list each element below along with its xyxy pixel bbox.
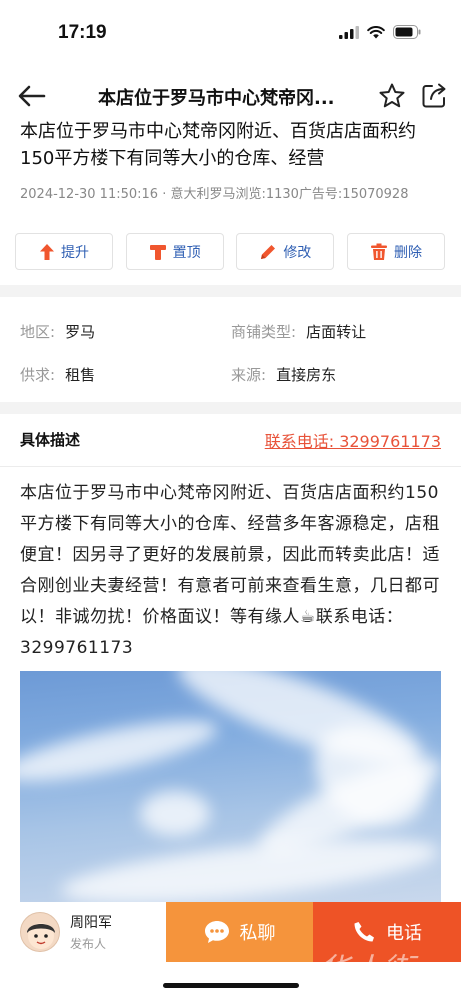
publisher-name: 周阳军 (70, 915, 112, 931)
region-value: 罗马 (65, 323, 96, 341)
watermark-subtext: HUARENJIE (344, 985, 405, 995)
shop-type-key: 商铺类型: (231, 323, 297, 341)
chat-label: 私聊 (239, 923, 276, 944)
region-key: 地区: (20, 323, 56, 341)
edit-label: 修改 (283, 244, 312, 261)
post-meta: 2024-12-30 11:50:16 · 意大利罗马浏览:1130广告号:15… (20, 187, 409, 202)
section-divider (0, 402, 461, 414)
supply-key: 供求: (20, 366, 56, 384)
supply-field: 供求: 租售 (20, 364, 95, 385)
battery-icon (393, 25, 421, 39)
share-icon[interactable] (420, 82, 448, 110)
status-icons (339, 25, 421, 39)
publisher-avatar[interactable] (20, 912, 60, 952)
back-arrow-icon[interactable] (16, 82, 48, 110)
section-divider (0, 285, 461, 297)
publisher-role: 发布人 (70, 937, 107, 951)
chat-bubble-icon (204, 921, 229, 943)
promote-label: 提升 (61, 244, 89, 261)
cellular-signal-icon (339, 25, 359, 39)
shop-type-field: 商铺类型: 店面转让 (231, 321, 366, 342)
description-header: 具体描述 联系电话: 3299761173 (20, 428, 441, 454)
cloud-shape (20, 708, 222, 794)
description-label: 具体描述 (20, 431, 81, 449)
edit-button[interactable]: 修改 (236, 233, 335, 270)
cloud-shape (140, 791, 210, 836)
supply-value: 租售 (65, 366, 96, 384)
nav-title: 本店位于罗马市中心梵帝冈... (98, 88, 335, 109)
phone-icon (354, 922, 374, 942)
wifi-icon (367, 25, 385, 38)
region-field: 地区: 罗马 (20, 321, 95, 342)
post-title: 本店位于罗马市中心梵帝冈附近、百货店店面积约150平方楼下有同等大小的仓库、经营 (20, 121, 416, 169)
source-key: 来源: (231, 366, 267, 384)
description-body: 本店位于罗马市中心梵帝冈附近、百货店店面积约150平方楼下有同等大小的仓库、经营… (20, 483, 440, 658)
shop-type-value: 店面转让 (306, 323, 367, 341)
pin-top-icon (149, 244, 166, 260)
cloud-shape (58, 826, 441, 903)
delete-button[interactable]: 删除 (346, 233, 445, 270)
source-value: 直接房东 (276, 366, 337, 384)
contact-phone-link[interactable]: 联系电话: 3299761173 (265, 428, 441, 452)
pin-top-label: 置顶 (172, 244, 201, 261)
listing-photo[interactable] (20, 671, 441, 903)
nav-bar: 本店位于罗马市中心梵帝冈... (0, 70, 461, 122)
divider-line (0, 466, 461, 467)
status-time: 17:19 (58, 22, 107, 43)
action-buttons: 提升 置顶 修改 删除 (15, 233, 445, 271)
status-bar: 17:19 (0, 0, 461, 66)
favorite-star-icon[interactable] (378, 82, 406, 110)
trash-icon (370, 243, 387, 260)
call-label: 电话 (386, 923, 422, 944)
pin-top-button[interactable]: 置顶 (125, 233, 224, 270)
delete-label: 删除 (393, 244, 422, 261)
cartoon-face-icon (27, 923, 55, 949)
private-chat-button[interactable]: 私聊 (166, 902, 313, 962)
promote-button[interactable]: 提升 (15, 233, 113, 270)
pencil-icon (261, 244, 276, 259)
home-indicator (163, 983, 299, 988)
source-field: 来源: 直接房东 (231, 364, 336, 385)
arrow-up-icon (40, 243, 54, 260)
